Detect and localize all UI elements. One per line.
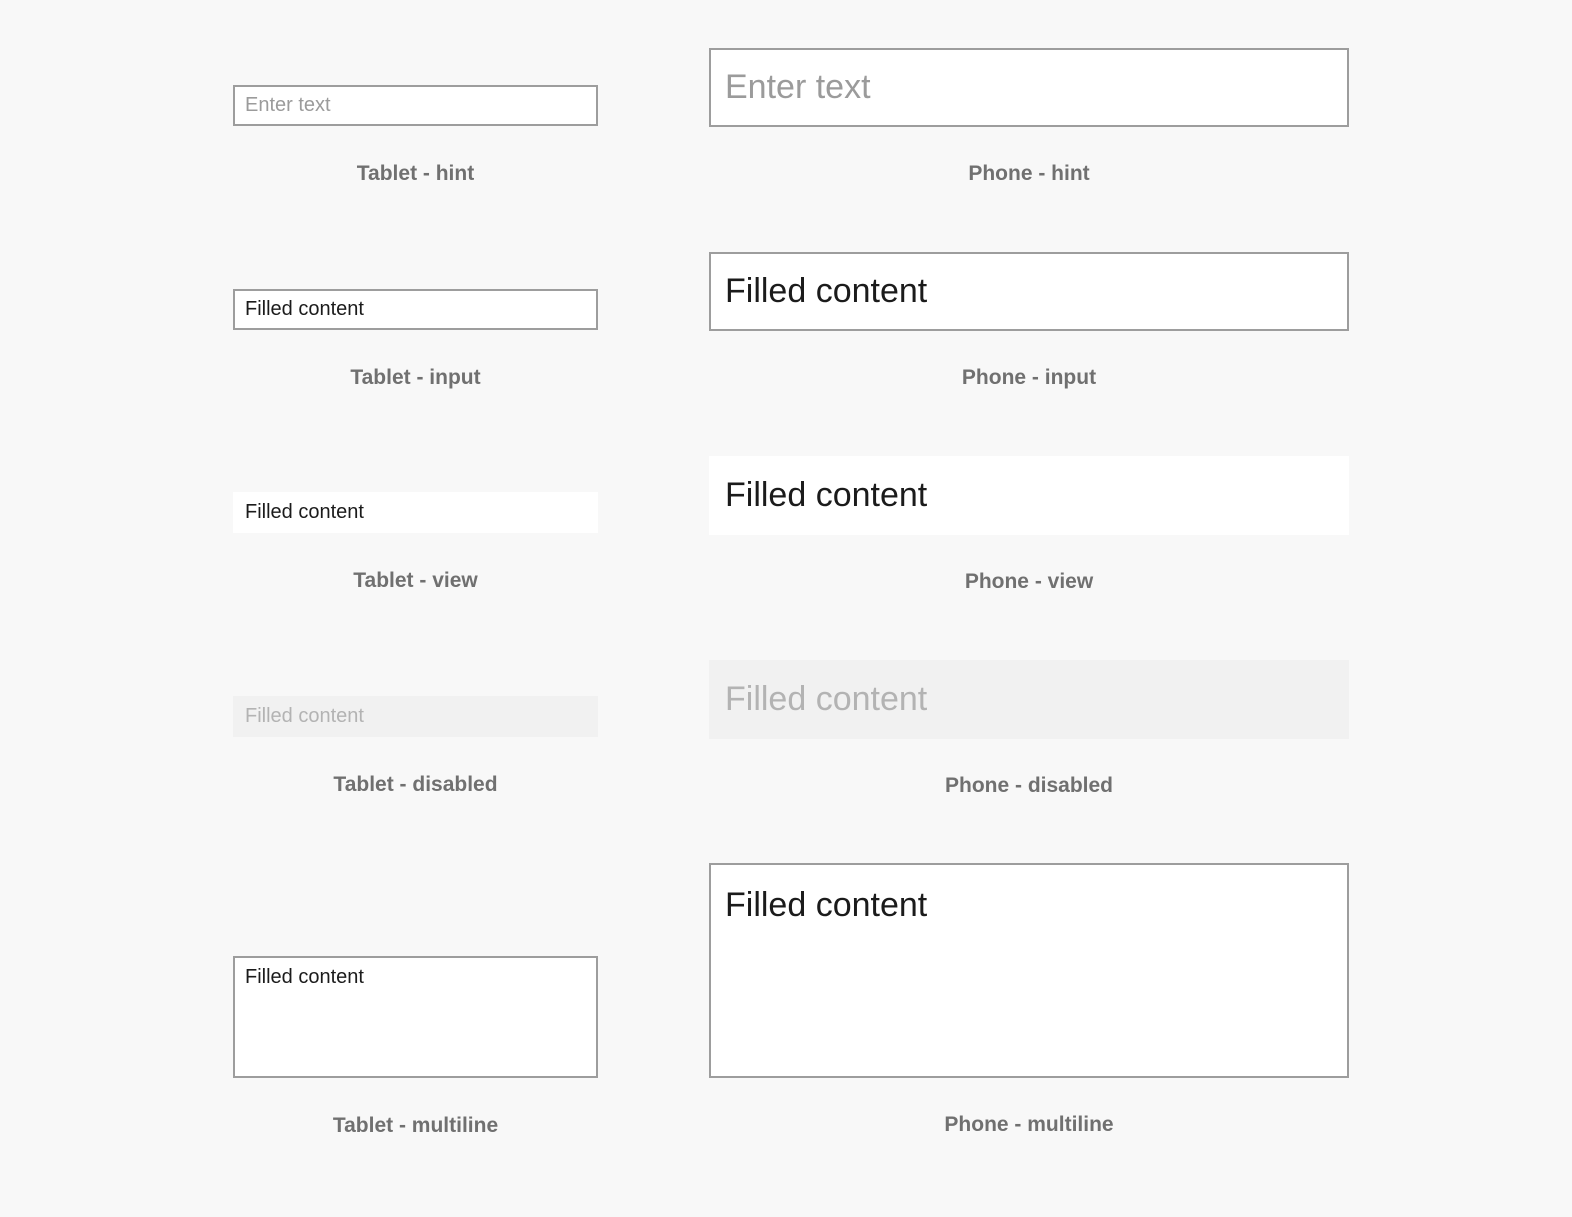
tablet-input-textfield[interactable]: Filled content bbox=[233, 289, 598, 330]
tablet-disabled-textfield: Filled content bbox=[233, 696, 598, 737]
phone-input-text: Filled content bbox=[725, 272, 928, 310]
caption-tablet-multiline: Tablet - multiline bbox=[332, 1114, 499, 1137]
spec-row-phone-disabled: Filled content Phone - disabled bbox=[709, 660, 1349, 798]
tablet-multiline-textfield[interactable]: Filled content bbox=[233, 956, 598, 1078]
spec-row-tablet-input: Filled content Tablet - input bbox=[233, 289, 598, 390]
caption-tablet-hint: Tablet - hint bbox=[356, 162, 475, 185]
phone-view-textfield: Filled content bbox=[709, 456, 1349, 535]
phone-column: Enter text Phone - hint Filled content P… bbox=[709, 0, 1349, 1217]
tablet-view-text: Filled content bbox=[245, 501, 364, 523]
tablet-multiline-text: Filled content bbox=[245, 966, 364, 988]
caption-phone-view: Phone - view bbox=[964, 570, 1094, 593]
caption-tablet-disabled: Tablet - disabled bbox=[333, 773, 498, 796]
spec-row-tablet-multiline: Filled content Tablet - multiline bbox=[233, 956, 598, 1138]
spec-row-tablet-hint: Enter text Tablet - hint bbox=[233, 85, 598, 186]
tablet-hint-textfield[interactable]: Enter text bbox=[233, 85, 598, 126]
caption-tablet-view: Tablet - view bbox=[353, 569, 478, 592]
phone-view-text: Filled content bbox=[725, 476, 928, 514]
caption-phone-disabled: Phone - disabled bbox=[944, 774, 1114, 797]
tablet-input-text: Filled content bbox=[245, 298, 364, 320]
phone-input-textfield[interactable]: Filled content bbox=[709, 252, 1349, 331]
spec-row-phone-multiline: Filled content Phone - multiline bbox=[709, 863, 1349, 1137]
tablet-view-textfield: Filled content bbox=[233, 492, 598, 533]
caption-tablet-input: Tablet - input bbox=[350, 366, 481, 389]
phone-multiline-text: Filled content bbox=[725, 886, 928, 924]
component-spec-sheet: Enter text Tablet - hint Filled content … bbox=[0, 0, 1572, 1217]
phone-hint-text: Enter text bbox=[725, 68, 871, 106]
caption-phone-multiline: Phone - multiline bbox=[944, 1113, 1114, 1136]
caption-phone-hint: Phone - hint bbox=[968, 162, 1090, 185]
phone-disabled-text: Filled content bbox=[725, 680, 928, 718]
spec-row-phone-input: Filled content Phone - input bbox=[709, 252, 1349, 390]
spec-row-phone-hint: Enter text Phone - hint bbox=[709, 48, 1349, 186]
tablet-disabled-text: Filled content bbox=[245, 705, 364, 727]
phone-hint-textfield[interactable]: Enter text bbox=[709, 48, 1349, 127]
phone-disabled-textfield: Filled content bbox=[709, 660, 1349, 739]
tablet-hint-text: Enter text bbox=[245, 94, 331, 116]
spec-row-tablet-view: Filled content Tablet - view bbox=[233, 492, 598, 593]
phone-multiline-textfield[interactable]: Filled content bbox=[709, 863, 1349, 1078]
tablet-column: Enter text Tablet - hint Filled content … bbox=[233, 0, 598, 1217]
caption-phone-input: Phone - input bbox=[961, 366, 1097, 389]
spec-row-phone-view: Filled content Phone - view bbox=[709, 456, 1349, 594]
spec-row-tablet-disabled: Filled content Tablet - disabled bbox=[233, 696, 598, 797]
